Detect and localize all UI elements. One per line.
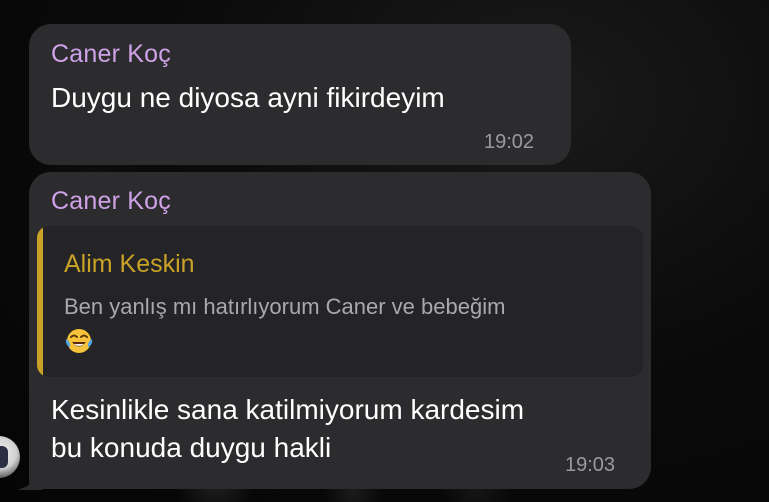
message-time: 19:02	[484, 131, 535, 153]
reply-quote[interactable]: Alim Keskin Ben yanlış mı hatırlıyorum C…	[37, 226, 643, 377]
message-bubble[interactable]: Caner Koç Duygu ne diyosa ayni fikirdeyi…	[29, 24, 571, 165]
reply-text: Ben yanlış mı hatırlıyorum Caner ve bebe…	[64, 294, 506, 319]
message-time: 19:03	[565, 454, 616, 476]
face-with-tears-of-joy-icon	[65, 329, 93, 353]
sender-name[interactable]: Caner Koç	[51, 40, 171, 69]
message-text: Kesinlikle sana katilmiyorum kardesim bu…	[51, 394, 525, 463]
avatar[interactable]	[0, 436, 20, 478]
reply-author: Alim Keskin	[64, 250, 195, 278]
reply-accent-bar	[37, 226, 43, 377]
message-text: Duygu ne diyosa ayni fikirdeyim	[51, 82, 445, 113]
sender-name[interactable]: Caner Koç	[51, 187, 171, 216]
